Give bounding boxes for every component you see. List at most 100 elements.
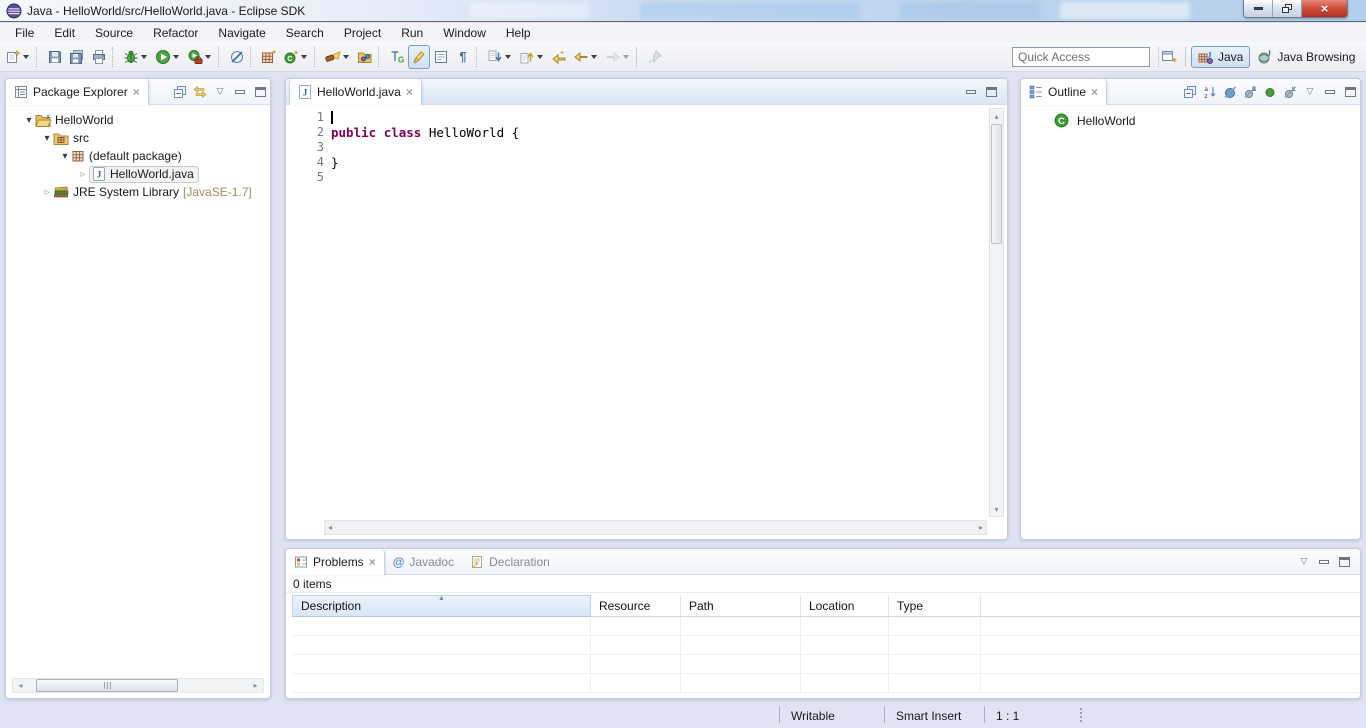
tab-javadoc[interactable]: @ Javadoc	[385, 549, 462, 575]
next-annotation-button[interactable]	[484, 45, 516, 69]
scroll-right-icon[interactable]: ▸	[979, 523, 983, 532]
menu-item-search[interactable]: Search	[276, 24, 334, 42]
dropdown-arrow-icon[interactable]	[343, 55, 349, 59]
perspective-java-browsing-button[interactable]: J Java Browsing	[1250, 46, 1362, 68]
expander-icon[interactable]: ▾	[23, 115, 35, 126]
dropdown-arrow-icon[interactable]	[301, 55, 307, 59]
save-all-button[interactable]	[66, 45, 88, 69]
close-tab-icon[interactable]: ×	[369, 556, 376, 568]
view-menu-button[interactable]: ▽	[1294, 551, 1314, 573]
minimize-view-button[interactable]	[961, 81, 981, 103]
debug-button[interactable]	[120, 45, 152, 69]
java-search-button[interactable]	[322, 45, 354, 69]
menu-item-source[interactable]: Source	[85, 24, 143, 42]
tree-item-src[interactable]: ▾ src	[6, 129, 270, 147]
new-button[interactable]	[2, 45, 34, 69]
outline-item-helloworld[interactable]: C HelloWorld	[1054, 113, 1360, 128]
menu-item-project[interactable]: Project	[334, 24, 391, 42]
link-with-editor-button[interactable]	[190, 81, 210, 103]
minimize-view-button[interactable]	[1320, 81, 1340, 103]
menu-item-help[interactable]: Help	[496, 24, 541, 42]
skip-breakpoints-button[interactable]	[226, 45, 248, 69]
dropdown-arrow-icon[interactable]	[205, 55, 211, 59]
tab-declaration[interactable]: Declaration	[462, 549, 558, 575]
annotation-ruler[interactable]	[286, 106, 302, 517]
menu-item-refactor[interactable]: Refactor	[143, 24, 208, 42]
close-tab-icon[interactable]: ×	[406, 86, 413, 98]
quick-access-input[interactable]	[1012, 47, 1150, 67]
back-button[interactable]	[570, 45, 602, 69]
menu-item-window[interactable]: Window	[433, 24, 496, 42]
close-button[interactable]: ×	[1302, 0, 1347, 17]
hide-fields-button[interactable]	[1220, 81, 1240, 103]
maximize-view-button[interactable]	[981, 81, 1001, 103]
code-line-5[interactable]	[331, 170, 987, 185]
scroll-right-icon[interactable]: ▸	[248, 681, 263, 690]
new-java-project-button[interactable]	[258, 45, 280, 69]
expander-icon[interactable]: ▹	[41, 187, 53, 198]
scrollbar-thumb[interactable]	[991, 124, 1002, 244]
sort-button[interactable]: az	[1200, 81, 1220, 103]
restore-button[interactable]	[1273, 0, 1302, 17]
maximize-view-button[interactable]	[1334, 551, 1354, 573]
expander-icon[interactable]: ▾	[59, 151, 71, 162]
save-button[interactable]	[44, 45, 66, 69]
view-menu-button[interactable]: ▽	[210, 81, 230, 103]
tree-item-default-package[interactable]: ▾ (default package)	[6, 147, 270, 165]
tab-package-explorer[interactable]: Package Explorer ×	[6, 79, 149, 105]
column-header-description[interactable]: ▲ Description	[292, 595, 591, 617]
tab-problems[interactable]: Problems ×	[286, 549, 385, 575]
maximize-view-button[interactable]	[250, 81, 270, 103]
dropdown-arrow-icon[interactable]	[537, 55, 543, 59]
last-edit-location-button[interactable]	[548, 45, 570, 69]
hide-local-types-button[interactable]: L	[1280, 81, 1300, 103]
code-line-2[interactable]: public class HelloWorld {	[331, 125, 987, 140]
tab-outline[interactable]: Outline ×	[1021, 79, 1107, 105]
column-header-resource[interactable]: Resource	[591, 595, 681, 617]
hide-non-public-button[interactable]	[1260, 81, 1280, 103]
expander-icon[interactable]: ▹	[77, 169, 89, 180]
package-explorer-hscrollbar[interactable]: ◂ ▸	[12, 678, 264, 693]
close-tab-icon[interactable]: ×	[133, 86, 140, 98]
forward-button[interactable]	[602, 45, 634, 69]
collapse-all-button[interactable]	[170, 81, 190, 103]
open-perspective-button[interactable]	[1158, 45, 1180, 69]
dropdown-arrow-icon[interactable]	[623, 55, 629, 59]
tree-item-helloworld-project[interactable]: ▾ J HelloWorld	[6, 111, 270, 129]
column-header-type[interactable]: Type	[889, 595, 981, 617]
run-button[interactable]	[152, 45, 184, 69]
new-class-button[interactable]: C	[280, 45, 312, 69]
externalize-strings-button[interactable]: G	[386, 45, 408, 69]
line-number-ruler[interactable]: 1 2 3 4 5	[302, 110, 324, 185]
menu-item-edit[interactable]: Edit	[44, 24, 85, 42]
scroll-up-icon[interactable]: ▴	[990, 109, 1003, 123]
menu-item-navigate[interactable]: Navigate	[208, 24, 275, 42]
open-type-button[interactable]	[354, 45, 376, 69]
code-editor[interactable]: 1 2 3 4 5 public class HelloWorld { } ▴ …	[286, 106, 1007, 539]
mark-occurrences-toggle[interactable]	[408, 45, 430, 69]
perspective-java-button[interactable]: J Java	[1191, 46, 1250, 68]
column-header-location[interactable]: Location	[801, 595, 889, 617]
close-tab-icon[interactable]: ×	[1091, 86, 1098, 98]
previous-annotation-button[interactable]	[516, 45, 548, 69]
scrollbar-thumb[interactable]	[36, 679, 178, 692]
menu-item-run[interactable]: Run	[391, 24, 433, 42]
maximize-view-button[interactable]	[1340, 81, 1360, 103]
minimize-view-button[interactable]	[1314, 551, 1334, 573]
dropdown-arrow-icon[interactable]	[505, 55, 511, 59]
dropdown-arrow-icon[interactable]	[173, 55, 179, 59]
expander-icon[interactable]: ▾	[41, 133, 53, 144]
dropdown-arrow-icon[interactable]	[591, 55, 597, 59]
hide-static-members-button[interactable]: S	[1240, 81, 1260, 103]
scroll-left-icon[interactable]: ◂	[13, 681, 28, 690]
view-menu-button[interactable]: ▽	[1300, 81, 1320, 103]
editor-vscrollbar[interactable]: ▴ ▾	[989, 108, 1004, 517]
show-source-button[interactable]	[430, 45, 452, 69]
column-header-path[interactable]: Path	[681, 595, 801, 617]
scroll-down-icon[interactable]: ▾	[990, 502, 1003, 516]
dropdown-arrow-icon[interactable]	[23, 55, 29, 59]
editor-hscrollbar[interactable]: ◂ ▸	[324, 520, 987, 535]
menu-item-file[interactable]: File	[5, 24, 44, 42]
collapse-all-button[interactable]	[1180, 81, 1200, 103]
tab-helloworld-java[interactable]: J HelloWorld.java ×	[289, 79, 422, 105]
